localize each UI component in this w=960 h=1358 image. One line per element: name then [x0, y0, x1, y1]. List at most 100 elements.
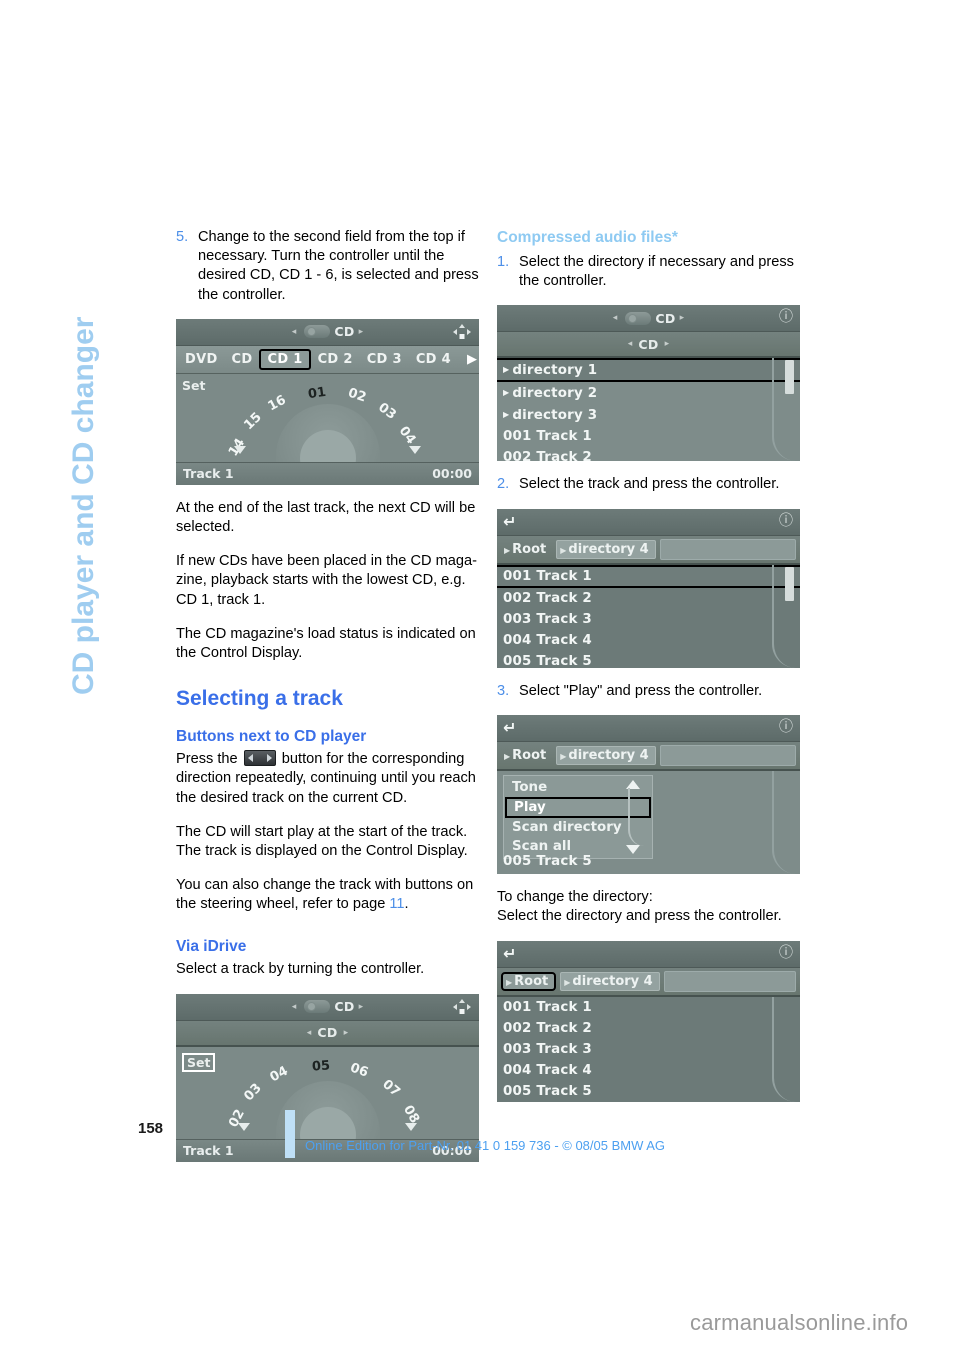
step-5-number: 5. [176, 229, 189, 245]
table-row[interactable]: 001 Track 1 [497, 997, 800, 1018]
directory-list: ▶ directory 1 ▶ directory 2 ▶ directory 3 0… [497, 358, 800, 462]
subbar-right-arrow-icon[interactable]: ▸ [344, 1028, 349, 1038]
tab-dvd[interactable]: DVD [178, 350, 225, 369]
prev-source-arrow-icon[interactable]: ◂ [292, 327, 297, 337]
track-row-label: 004 Track 4 [503, 632, 592, 648]
breadcrumb-root-3[interactable]: ▶ Root [501, 972, 557, 992]
table-row[interactable]: 004 Track 4 [497, 630, 800, 651]
screenshot-play-menu: ↵ ⓘ ▶ Root ▶ directory 4 Tone Play Scan di… [497, 714, 800, 874]
table-row[interactable]: 005 Track 5 [497, 851, 598, 872]
idrive-status-bar-4: ↵ ⓘ [497, 508, 800, 536]
cd-subbar: ◂ CD ▸ [176, 1020, 479, 1047]
dial-number-03: 03 [374, 399, 399, 423]
step-3-number: 3. [497, 682, 510, 699]
prev-source-arrow-icon-3[interactable]: ◂ [613, 313, 618, 323]
paragraph-via-idrive: Select a track by turning the controller… [176, 960, 425, 977]
subbar-right-arrow-icon-2[interactable]: ▸ [665, 339, 670, 349]
breadcrumb-2: ▶ Root ▶ directory 4 [497, 741, 800, 771]
tab-scroll-right-icon[interactable]: ▶ [467, 352, 477, 367]
dial-number-03: 03 [240, 1080, 265, 1105]
screenshot-track-list: ↵ ⓘ ▶ Root ▶ directory 4 001 Track 1 002 T… [497, 508, 800, 668]
tab-cd-1[interactable]: CD 1 [259, 348, 311, 370]
subbar-left-arrow-icon[interactable]: ◂ [307, 1028, 312, 1038]
table-row[interactable]: 003 Track 3 [497, 609, 800, 630]
table-row[interactable]: 001 Track 1 [497, 564, 800, 588]
cd-dial: Set 14 15 16 01 02 03 04 [176, 373, 479, 462]
info-icon-4[interactable]: ⓘ [779, 944, 793, 963]
table-row[interactable]: 005 Track 5 [497, 1081, 800, 1102]
breadcrumb-directory-2[interactable]: ▶ directory 4 [556, 745, 656, 765]
scrollbar-thumb[interactable] [785, 360, 794, 395]
dial-number-02: 02 [345, 385, 368, 406]
step-3-text: Select "Play" and press the controller. [519, 682, 763, 699]
table-row[interactable]: 005 Track 5 [497, 651, 800, 668]
subbar-left-arrow-icon-2[interactable]: ◂ [628, 339, 633, 349]
scrollbar-thumb-2[interactable] [785, 566, 794, 601]
source-label-3: CD [655, 310, 676, 326]
breadcrumb-directory[interactable]: ▶ directory 4 [556, 539, 656, 559]
disc-icon [304, 325, 331, 339]
info-icon-2[interactable]: ⓘ [779, 512, 793, 531]
back-arrow-icon-2[interactable]: ↵ [503, 718, 516, 737]
next-source-arrow-icon-2[interactable]: ▸ [359, 1002, 364, 1012]
next-source-arrow-icon-3[interactable]: ▸ [680, 313, 685, 323]
table-row[interactable]: 002 Track 2 [497, 1018, 800, 1039]
set-label[interactable]: Set [182, 378, 205, 393]
menu-scroll-down-icon[interactable] [626, 844, 640, 854]
info-icon[interactable]: ⓘ [779, 308, 793, 327]
folder-arrow-icon: ▶ [503, 388, 510, 398]
next-source-arrow-icon[interactable]: ▸ [359, 327, 364, 337]
list-item[interactable]: 002 Track 2 [497, 447, 800, 461]
tab-cd-2[interactable]: CD 2 [311, 350, 360, 369]
track-row-label: 002 Track 2 [503, 1021, 592, 1037]
left-column: 5. Change to the second field from the t… [176, 228, 479, 1176]
track-row-label: 001 Track 1 [503, 568, 592, 584]
steering-text-end: . [404, 896, 409, 913]
set-label-2[interactable]: Set [182, 1052, 216, 1072]
track-row-label: 003 Track 3 [503, 1042, 592, 1058]
compass-svg-2 [453, 998, 471, 1014]
chapter-tab: CD player and CD changer [0, 0, 170, 700]
table-row[interactable]: 002 Track 2 [497, 588, 800, 609]
list-item-label: directory 3 [512, 408, 598, 424]
root-track-list: 001 Track 1 002 Track 2 003 Track 3 004 … [497, 997, 800, 1103]
track-rocker-button-icon [243, 750, 276, 767]
breadcrumb-directory-3[interactable]: ▶ directory 4 [560, 972, 660, 992]
paragraph-buttons: Press the button for the corresponding d… [176, 750, 479, 808]
breadcrumb-directory-label-2: directory 4 [568, 747, 649, 763]
breadcrumb-root[interactable]: ▶ Root [501, 541, 552, 558]
screenshot-cd-selector: ◂ CD ▸ DVD CD CD 1 CD 2 CD 3 CD 4 ▶ Set … [176, 318, 479, 485]
prev-source-arrow-icon-2[interactable]: ◂ [292, 1002, 297, 1012]
right-column: Compressed audio files* 1. Select the di… [497, 228, 800, 1116]
nav-compass-icon-2[interactable] [452, 998, 472, 1016]
dial-number-04: 04 [267, 1063, 291, 1086]
change-directory-line-1: To change the directory: [497, 888, 653, 905]
breadcrumb-root-2[interactable]: ▶ Root [501, 747, 552, 764]
list-item[interactable]: ▶ directory 3 [497, 404, 800, 426]
list-item[interactable]: ▶ directory 2 [497, 382, 800, 404]
step-5-text: Change to the second field from the top … [198, 229, 479, 303]
idrive-status-bar: ◂ CD ▸ [176, 318, 479, 346]
table-row[interactable]: 004 Track 4 [497, 1060, 800, 1081]
tab-cd[interactable]: CD [225, 350, 260, 369]
page-reference-link[interactable]: 11 [389, 896, 404, 912]
paragraph-steering-wheel: You can also change the track with butto… [176, 876, 479, 914]
list-item[interactable]: 001 Track 1 [497, 426, 800, 447]
step-2: 2. Select the track and press the contro… [497, 475, 800, 494]
step-2-number: 2. [497, 476, 510, 493]
table-row[interactable]: 003 Track 3 [497, 1039, 800, 1060]
crumb-arrow-icon-5: ▶ [506, 978, 513, 988]
breadcrumb-root-label-2: Root [512, 747, 547, 763]
nav-compass-icon[interactable] [452, 323, 472, 341]
tab-cd-4[interactable]: CD 4 [409, 350, 458, 369]
disc-icon-3 [625, 311, 652, 325]
back-arrow-icon-3[interactable]: ↵ [503, 945, 516, 963]
back-arrow-icon[interactable]: ↵ [503, 512, 516, 531]
dial-number-15: 15 [240, 409, 265, 433]
breadcrumb-directory-label: directory 4 [568, 541, 649, 557]
info-icon-3[interactable]: ⓘ [779, 718, 793, 737]
steering-text: You can also change the track with butto… [176, 877, 474, 913]
subbar-label: CD [317, 1025, 338, 1041]
list-item[interactable]: ▶ directory 1 [497, 358, 800, 383]
tab-cd-3[interactable]: CD 3 [360, 350, 409, 369]
